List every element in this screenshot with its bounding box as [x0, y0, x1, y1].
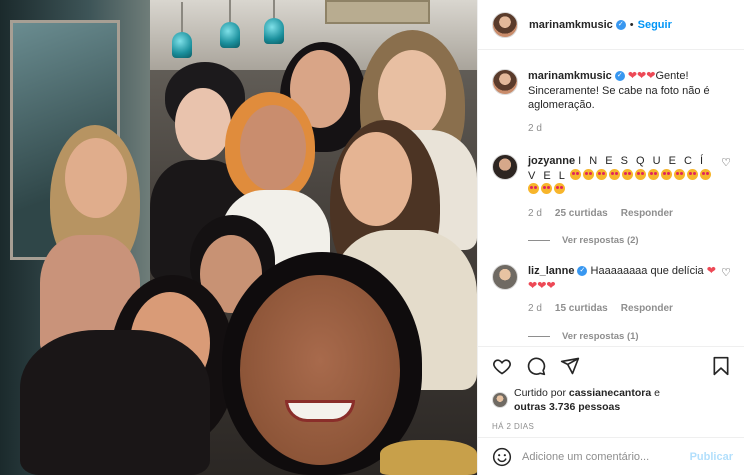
- photo-lamp: [264, 0, 284, 44]
- add-comment-bar: Publicar: [478, 437, 744, 475]
- verified-badge-icon: ✓: [614, 71, 625, 82]
- post-photo[interactable]: [0, 0, 477, 475]
- like-comment-heart-icon[interactable]: ♡: [717, 154, 731, 221]
- like-heart-icon[interactable]: [492, 356, 512, 376]
- verified-badge-icon: ✓: [615, 19, 626, 30]
- liked-by-avatar[interactable]: [492, 392, 508, 408]
- comment-avatar[interactable]: [492, 264, 518, 290]
- comment-item: liz_lanne ✓ Haaaaaaaa que delícia ❤❤❤❤ 2 …: [492, 264, 731, 317]
- caption: marinamkmusic ✓ ❤❤❤Gente! Sinceramente! S…: [492, 69, 731, 136]
- caption-username[interactable]: marinamkmusic: [528, 70, 612, 82]
- post-actions: Curtido por cassianecantora e outras 3.7…: [478, 346, 744, 431]
- publish-button[interactable]: Publicar: [690, 451, 733, 463]
- caption-time[interactable]: 2 d: [528, 122, 542, 137]
- comment-input[interactable]: [522, 450, 690, 463]
- post-timestamp[interactable]: HÁ 2 DIAS: [492, 422, 731, 431]
- view-replies-button[interactable]: Ver respostas (1): [528, 331, 731, 342]
- comment-item: jozyanne I N E S Q U E C Í V E L 2 d 25 …: [492, 154, 731, 221]
- photo-person-face: [340, 132, 412, 226]
- photo-background-frame: [325, 0, 430, 24]
- liked-by-prefix: Curtido por: [514, 387, 566, 399]
- share-paper-plane-icon[interactable]: [560, 356, 580, 376]
- comment-time[interactable]: 2 d: [528, 302, 542, 317]
- reply-button[interactable]: Responder: [621, 302, 673, 317]
- photo-person-face: [240, 275, 400, 465]
- comment-likes[interactable]: 25 curtidas: [555, 207, 608, 222]
- view-replies-button[interactable]: Ver respostas (2): [528, 235, 731, 246]
- header-separator: •: [629, 18, 634, 31]
- author-avatar[interactable]: [492, 11, 518, 38]
- liked-by-user[interactable]: cassianecantora: [569, 387, 651, 399]
- author-username[interactable]: marinamkmusic: [529, 19, 613, 31]
- liked-by-and: e: [654, 387, 660, 399]
- verified-badge-icon: ✓: [577, 266, 588, 277]
- like-comment-heart-icon[interactable]: ♡: [717, 264, 731, 317]
- post-side-panel: marinamkmusic ✓ • Seguir marinamkmusic ✓ …: [477, 0, 744, 475]
- photo-person-body: [380, 440, 477, 475]
- caption-avatar[interactable]: [492, 69, 518, 95]
- comment-username[interactable]: jozyanne: [528, 155, 575, 167]
- photo-person-body: [20, 330, 210, 475]
- liked-by: Curtido por cassianecantora e outras 3.7…: [492, 386, 731, 414]
- emoji-smiley-icon[interactable]: [492, 447, 512, 467]
- comment-bubble-icon[interactable]: [526, 356, 546, 376]
- comments-list[interactable]: marinamkmusic ✓ ❤❤❤Gente! Sinceramente! S…: [478, 51, 744, 346]
- liked-by-others[interactable]: outras 3.736 pessoas: [514, 401, 620, 413]
- comment-text: Haaaaaaaa que delícia: [590, 265, 704, 277]
- view-replies-label: Ver respostas (2): [562, 235, 639, 246]
- follow-button[interactable]: Seguir: [638, 19, 672, 31]
- photo-person-face: [240, 105, 306, 191]
- post-header: marinamkmusic ✓ • Seguir: [478, 0, 744, 50]
- red-heart-icons: ❤❤❤: [627, 70, 656, 82]
- photo-person-face: [65, 138, 127, 218]
- reply-button[interactable]: Responder: [621, 207, 673, 222]
- photo-lamp: [220, 0, 240, 48]
- comment-avatar[interactable]: [492, 154, 518, 180]
- photo-person-face: [175, 88, 231, 160]
- replies-divider: [528, 335, 550, 337]
- save-bookmark-icon[interactable]: [711, 356, 731, 376]
- view-replies-label: Ver respostas (1): [562, 330, 639, 342]
- comment-username[interactable]: liz_lanne: [528, 265, 574, 277]
- photo-lamp: [172, 2, 192, 58]
- comment-likes[interactable]: 15 curtidas: [555, 302, 608, 317]
- replies-divider: [528, 240, 550, 241]
- photo-person-smile: [285, 400, 355, 422]
- comment-time[interactable]: 2 d: [528, 207, 542, 222]
